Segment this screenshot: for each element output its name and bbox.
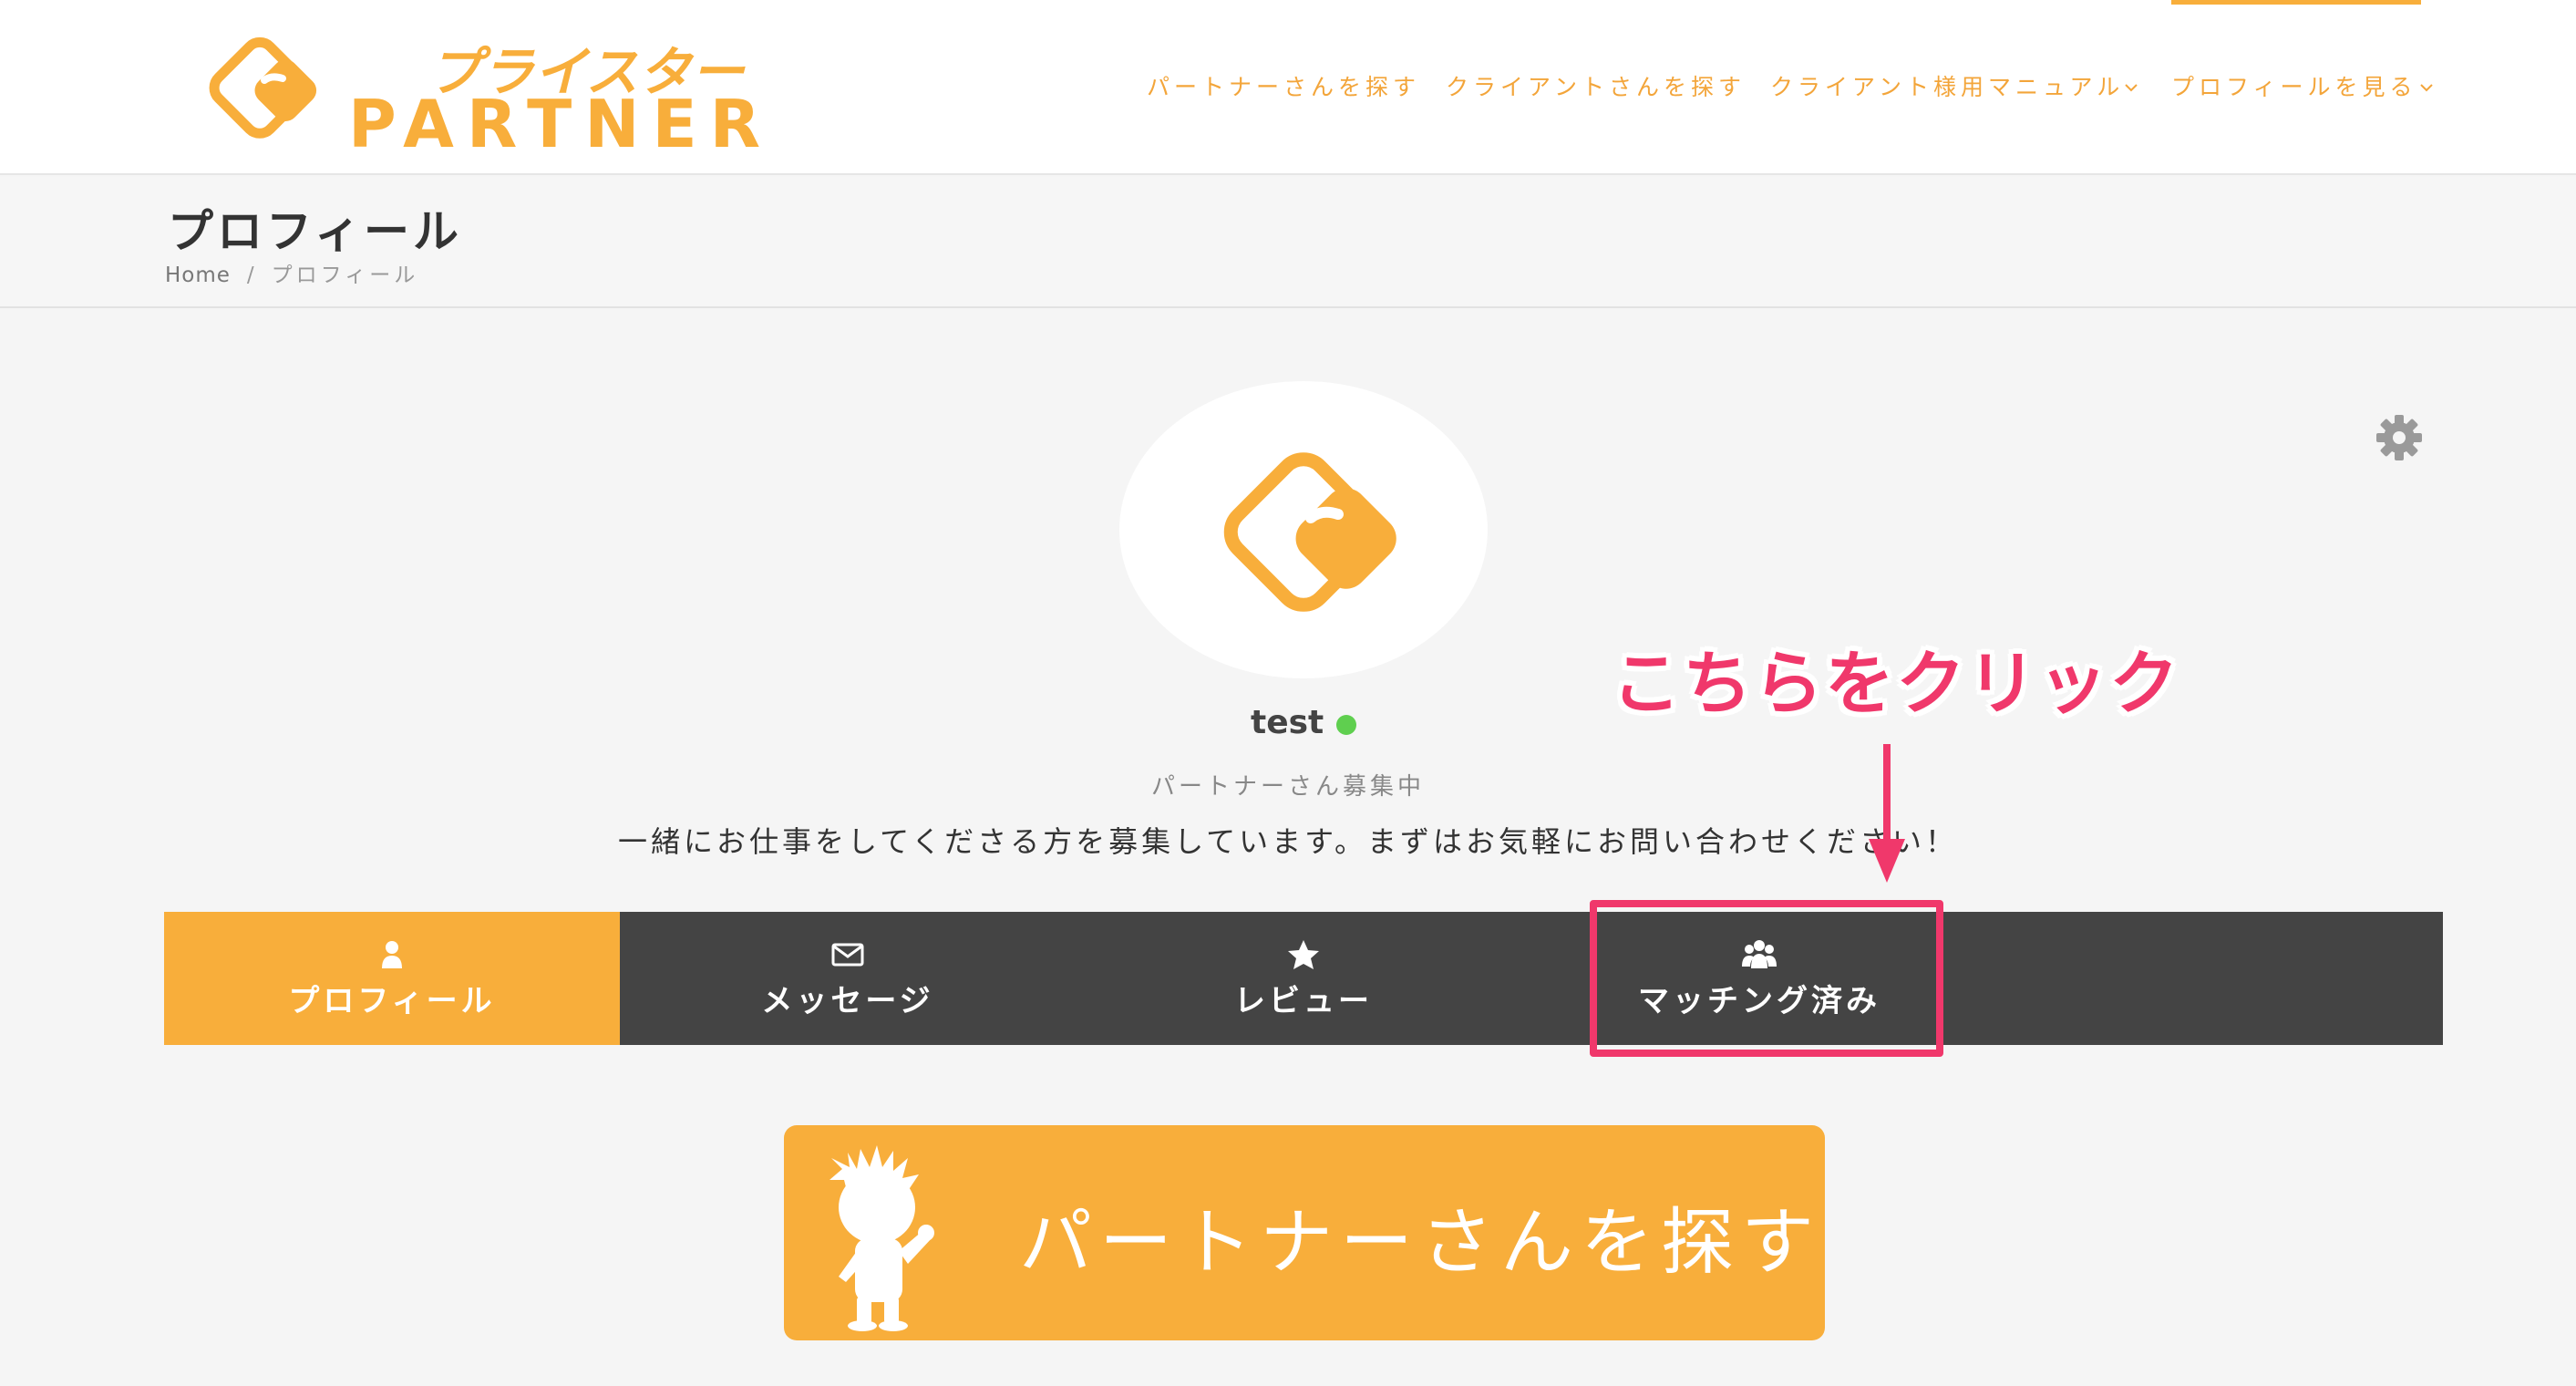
breadcrumb-current: プロフィール xyxy=(271,264,419,287)
profile-tab-bar: プロフィール メッセージ レビュー マッチング済み xyxy=(164,912,2443,1045)
nav-find-client[interactable]: クライアントさんを探す xyxy=(1446,69,1746,106)
tab-profile-label: プロフィール xyxy=(288,983,496,1019)
tab-profile[interactable]: プロフィール xyxy=(164,912,620,1045)
annotation-callout: こちらをクリック xyxy=(1612,643,2180,724)
logo-heart-icon xyxy=(209,36,317,139)
annotation-highlight-box xyxy=(1590,900,1943,1057)
page-title: プロフィール xyxy=(168,205,462,258)
breadcrumb: Home / プロフィール xyxy=(165,257,418,288)
gear-icon[interactable] xyxy=(2375,414,2423,461)
tab-message-label: メッセージ xyxy=(761,983,934,1019)
tab-review[interactable]: レビュー xyxy=(1076,912,1531,1045)
avatar xyxy=(1119,381,1488,678)
nav-client-manual[interactable]: クライアント様用マニュアル xyxy=(1770,69,2124,106)
user-bio: 一緒にお仕事をしてくださる方を募集しています。まずはお気軽にお問い合わせください… xyxy=(618,824,1958,859)
site-header: プライスター PARTNER パートナーさんを探す クライアントさんを探す クラ… xyxy=(0,0,2576,175)
chevron-down-icon[interactable] xyxy=(2417,78,2436,97)
logo-word-text: PARTNER xyxy=(348,86,774,162)
kid-illustration-icon xyxy=(829,1145,934,1331)
chevron-down-icon[interactable] xyxy=(2122,78,2140,97)
breadcrumb-home[interactable]: Home xyxy=(165,264,231,287)
banner-label: パートナーさんを探す xyxy=(1019,1200,1821,1285)
online-status-dot xyxy=(1336,715,1356,735)
user-status: パートナーさん募集中 xyxy=(1150,773,1425,801)
user-name: test xyxy=(1251,704,1324,741)
tab-message[interactable]: メッセージ xyxy=(620,912,1076,1045)
tab-review-label: レビュー xyxy=(1234,983,1373,1019)
find-partner-banner[interactable]: パートナーさんを探す xyxy=(784,1125,1825,1340)
star-icon xyxy=(1288,940,1319,969)
page-title-bar: プロフィール Home / プロフィール xyxy=(0,177,2576,308)
user-icon xyxy=(382,941,402,968)
nav-view-profile[interactable]: プロフィールを見る xyxy=(2171,69,2417,106)
site-logo[interactable]: プライスター PARTNER xyxy=(180,24,837,162)
annotation-arrow-icon xyxy=(1869,744,1905,883)
envelope-icon xyxy=(831,943,864,967)
avatar-logo-icon xyxy=(1223,452,1396,612)
breadcrumb-separator: / xyxy=(246,264,255,287)
nav-active-indicator xyxy=(2171,0,2421,5)
nav-find-partner[interactable]: パートナーさんを探す xyxy=(1147,69,1420,106)
